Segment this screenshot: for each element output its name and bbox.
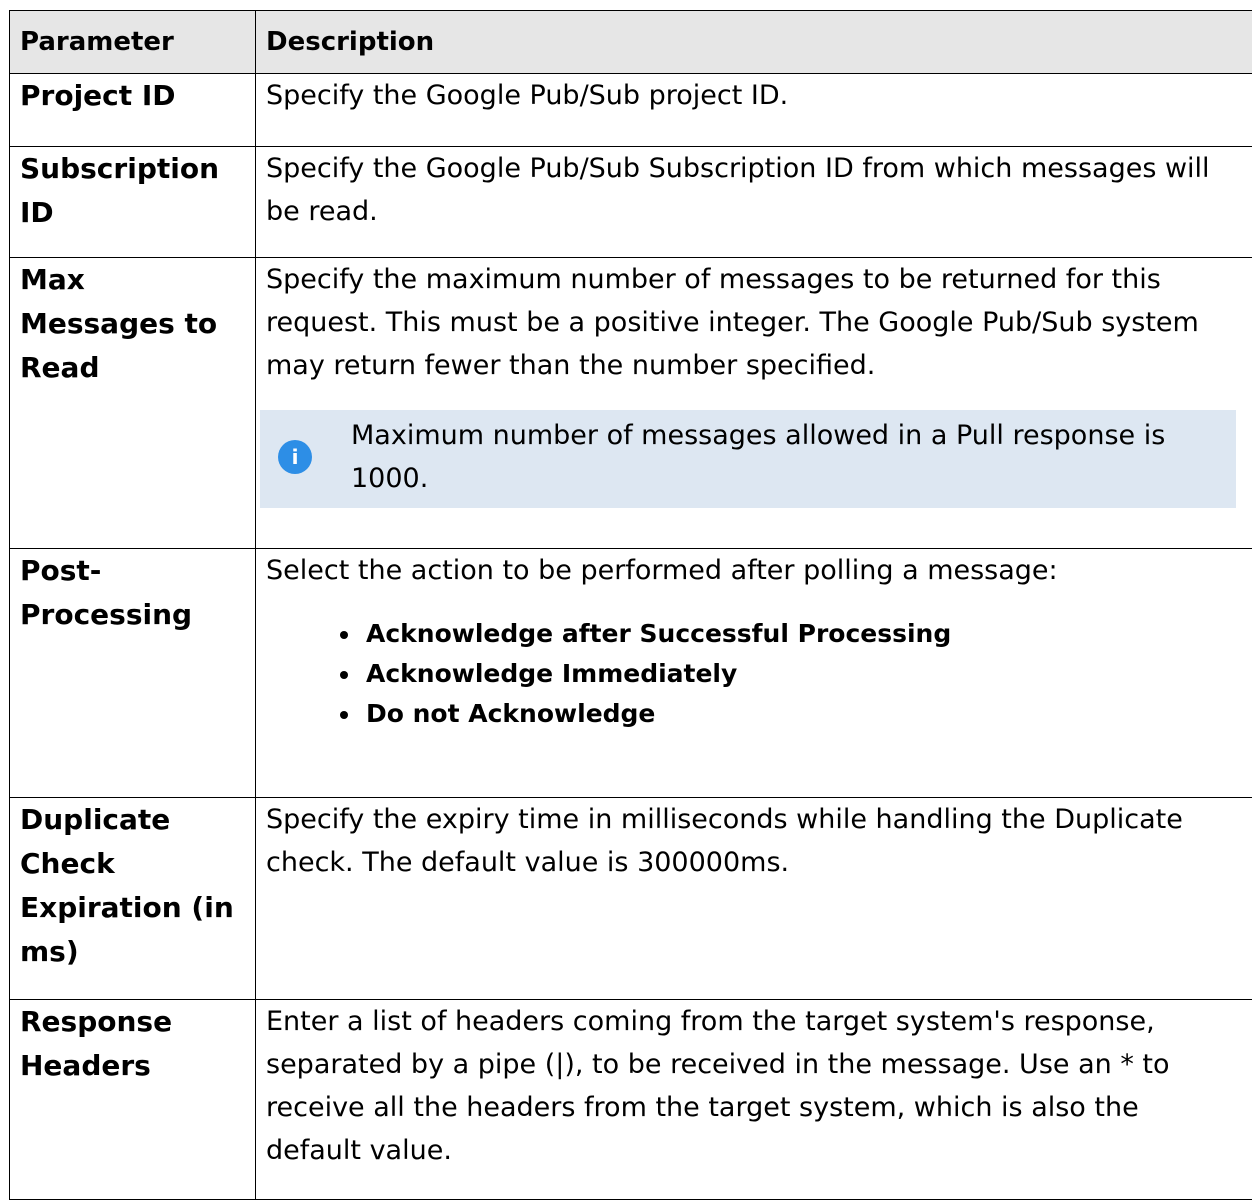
param-description: Specify the expiry time in milliseconds … [256, 798, 1252, 1000]
options-list: Acknowledge after Successful Processing … [266, 614, 1242, 734]
parameter-table: Parameter Description Project ID Specify… [9, 10, 1252, 1200]
description-text: Specify the Google Pub/Sub Subscription … [266, 147, 1242, 233]
param-name: Subscription ID [10, 147, 256, 258]
table-row: Duplicate Check Expiration (in ms) Speci… [10, 798, 1252, 1000]
table-row: Project ID Specify the Google Pub/Sub pr… [10, 74, 1252, 147]
description-text: Specify the maximum number of messages t… [266, 258, 1242, 387]
param-name: Max Messages to Read [10, 258, 256, 549]
param-description: Specify the Google Pub/Sub Subscription … [256, 147, 1252, 258]
info-note: i Maximum number of messages allowed in … [260, 410, 1236, 508]
param-name: Post-Processing [10, 549, 256, 798]
note-text: Maximum number of messages allowed in a … [351, 414, 1236, 500]
param-name: Response Headers [10, 1000, 256, 1200]
description-text: Select the action to be performed after … [266, 549, 1242, 592]
table-row: Max Messages to Read Specify the maximum… [10, 258, 1252, 549]
table-row: Subscription ID Specify the Google Pub/S… [10, 147, 1252, 258]
header-description: Description [256, 11, 1252, 74]
list-item: Acknowledge Immediately [362, 654, 1242, 694]
description-text: Specify the Google Pub/Sub project ID. [266, 74, 1242, 117]
param-description: Specify the maximum number of messages t… [256, 258, 1252, 549]
description-text: Enter a list of headers coming from the … [266, 1000, 1242, 1172]
table-row: Response Headers Enter a list of headers… [10, 1000, 1252, 1200]
info-icon: i [278, 440, 312, 474]
list-item: Do not Acknowledge [362, 694, 1242, 734]
param-description: Specify the Google Pub/Sub project ID. [256, 74, 1252, 147]
param-name: Duplicate Check Expiration (in ms) [10, 798, 256, 1000]
table-header-row: Parameter Description [10, 11, 1252, 74]
param-description: Enter a list of headers coming from the … [256, 1000, 1252, 1200]
param-description: Select the action to be performed after … [256, 549, 1252, 798]
list-item: Acknowledge after Successful Processing [362, 614, 1242, 654]
table-row: Post-Processing Select the action to be … [10, 549, 1252, 798]
param-name: Project ID [10, 74, 256, 147]
header-parameter: Parameter [10, 11, 256, 74]
description-text: Specify the expiry time in milliseconds … [266, 798, 1242, 884]
